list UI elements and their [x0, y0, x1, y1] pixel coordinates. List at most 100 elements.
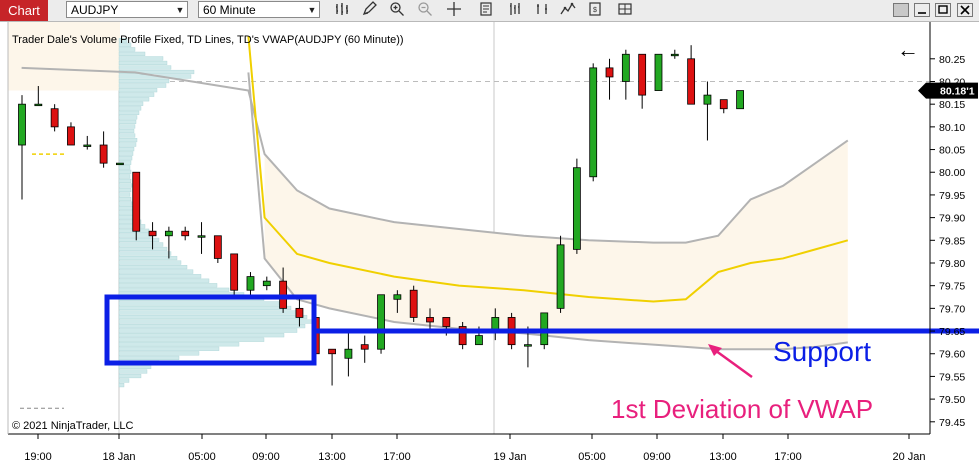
x-tick-label: 09:00 — [643, 451, 671, 463]
instrument-dropdown-icon[interactable]: ▼ — [173, 2, 187, 17]
volume-profile-bar — [118, 88, 158, 93]
volume-profile-bar — [118, 133, 136, 138]
volume-profile-bar — [118, 183, 133, 188]
down-candle — [360, 344, 369, 350]
volume-profile-bar — [118, 251, 172, 256]
volume-profile-bar — [118, 265, 188, 270]
data-box-icon[interactable] — [559, 1, 577, 19]
up-candle — [621, 53, 630, 82]
y-tick-label: 80.05 — [939, 145, 965, 157]
volume-profile-bar — [118, 287, 230, 292]
volume-profile-bar — [118, 47, 136, 52]
volume-profile-bar — [118, 83, 167, 88]
volume-profile-bar — [118, 178, 132, 183]
y-tick-label: 79.60 — [939, 349, 965, 361]
down-candle — [148, 230, 157, 237]
volume-profile-bar — [118, 110, 140, 115]
down-candle — [409, 289, 418, 318]
crosshair-icon[interactable] — [445, 1, 463, 19]
down-candle — [719, 99, 728, 110]
interval-selector[interactable]: 60 Minute ▼ — [198, 1, 320, 18]
up-candle — [703, 94, 712, 105]
y-tick-label: 79.90 — [939, 213, 965, 225]
down-candle — [132, 171, 141, 232]
volume-profile-bar — [118, 378, 130, 383]
interval-dropdown-icon[interactable]: ▼ — [305, 2, 319, 17]
volume-profile-bar — [118, 246, 168, 252]
volume-profile-bar — [118, 283, 218, 288]
x-tick-label: 17:00 — [774, 451, 802, 463]
volume-profile-bar — [118, 319, 313, 324]
color-swatch-icon[interactable] — [893, 3, 909, 17]
x-tick-label: 13:00 — [709, 451, 737, 463]
instrument-selector[interactable]: AUDJPY ▼ — [66, 1, 188, 18]
strategies-icon[interactable] — [533, 1, 551, 19]
close-icon[interactable] — [957, 3, 973, 17]
volume-profile-bar — [118, 196, 132, 202]
volume-profile-bar — [118, 169, 132, 174]
interval-value: 60 Minute — [203, 3, 256, 17]
down-candle — [67, 126, 75, 146]
instrument-value: AUDJPY — [71, 3, 119, 17]
volume-profile-bar — [118, 138, 138, 143]
pencil-icon[interactable] — [360, 1, 378, 19]
up-candle — [393, 294, 402, 300]
price-chart[interactable]: Support1st Deviation of VWAP80.18'1 80.2… — [0, 22, 979, 469]
maximize-icon[interactable] — [935, 3, 951, 17]
zoom-out-icon[interactable] — [416, 1, 434, 19]
up-candle — [344, 348, 353, 359]
y-tick-label: 80.25 — [939, 54, 965, 66]
volume-profile-bar — [118, 79, 170, 84]
volume-profile-bar — [118, 346, 220, 351]
chart-tab[interactable]: Chart — [0, 0, 48, 21]
bar-chart-icon[interactable] — [333, 1, 351, 19]
volume-profile-bar — [118, 51, 146, 56]
up-candle — [377, 294, 385, 350]
y-tick-label: 79.80 — [939, 258, 965, 270]
volume-profile-bar — [118, 364, 152, 370]
volume-profile-bar — [118, 355, 180, 360]
x-tick-label: 09:00 — [252, 451, 280, 463]
x-tick-label: 05:00 — [188, 451, 216, 463]
y-tick-label: 79.95 — [939, 190, 965, 202]
up-candle — [116, 162, 124, 166]
chart-trader-icon[interactable]: $ — [586, 1, 604, 19]
volume-profile-bar — [118, 165, 131, 170]
volume-profile-bar — [118, 201, 133, 206]
deviation-label: 1st Deviation of VWAP — [611, 394, 873, 424]
early-band-fill — [8, 22, 120, 91]
svg-text:$: $ — [593, 7, 597, 14]
minimize-icon[interactable] — [914, 3, 930, 17]
up-candle — [18, 103, 26, 146]
volume-profile-bar — [118, 56, 164, 61]
down-candle — [295, 307, 304, 318]
down-candle — [99, 144, 108, 164]
zoom-in-icon[interactable] — [388, 1, 406, 19]
indicators-icon[interactable] — [506, 1, 524, 19]
volume-profile-bar — [118, 151, 134, 156]
annotation-arrow-shaft — [711, 346, 753, 379]
y-tick-label: 79.55 — [939, 371, 965, 383]
y-tick-label: 79.45 — [939, 417, 965, 429]
volume-profile-bar — [118, 337, 265, 342]
down-candle — [181, 230, 190, 237]
volume-profile-bar — [118, 147, 135, 152]
volume-profile-bar — [118, 97, 150, 102]
volume-profile-bar — [118, 333, 285, 338]
grid-icon[interactable] — [616, 1, 634, 19]
down-candle — [638, 53, 647, 96]
volume-profile-bar — [118, 310, 300, 315]
y-tick-label: 79.70 — [939, 303, 965, 315]
support-label: Support — [773, 336, 871, 367]
volume-profile-bar — [118, 156, 133, 161]
volume-profile-bar — [118, 373, 142, 379]
up-candle — [556, 244, 565, 309]
volume-profile-bar — [118, 383, 125, 388]
back-arrow-icon[interactable]: ← — [897, 37, 919, 62]
down-candle — [605, 67, 614, 78]
up-candle — [246, 276, 255, 291]
volume-profile-bar — [118, 324, 306, 329]
properties-icon[interactable] — [477, 1, 495, 19]
up-candle — [572, 167, 581, 250]
volume-profile-bar — [118, 328, 298, 333]
